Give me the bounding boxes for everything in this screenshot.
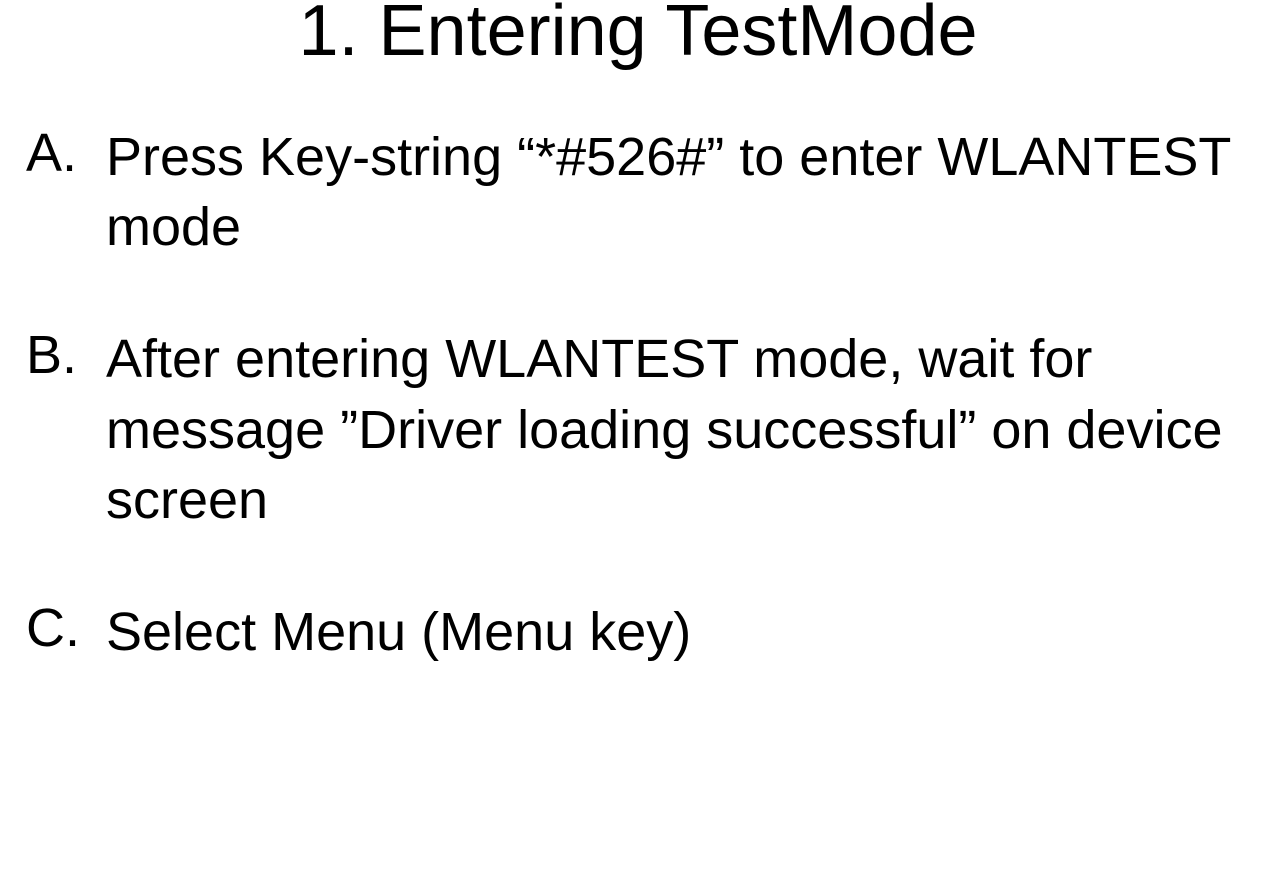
list-content: Select Menu (Menu key) bbox=[106, 597, 1276, 667]
list-content: After entering WLANTEST mode, wait for m… bbox=[106, 324, 1276, 535]
list-content: Press Key-string “*#526#” to enter WLANT… bbox=[106, 122, 1276, 262]
list-marker: A. bbox=[8, 122, 106, 262]
instruction-list: A. Press Key-string “*#526#” to enter WL… bbox=[0, 122, 1276, 667]
list-item: B. After entering WLANTEST mode, wait fo… bbox=[8, 324, 1276, 535]
list-marker: C. bbox=[8, 597, 106, 667]
list-item: A. Press Key-string “*#526#” to enter WL… bbox=[8, 122, 1276, 262]
list-item: C. Select Menu (Menu key) bbox=[8, 597, 1276, 667]
page-title: 1. Entering TestMode bbox=[0, 0, 1276, 72]
list-marker: B. bbox=[8, 324, 106, 535]
